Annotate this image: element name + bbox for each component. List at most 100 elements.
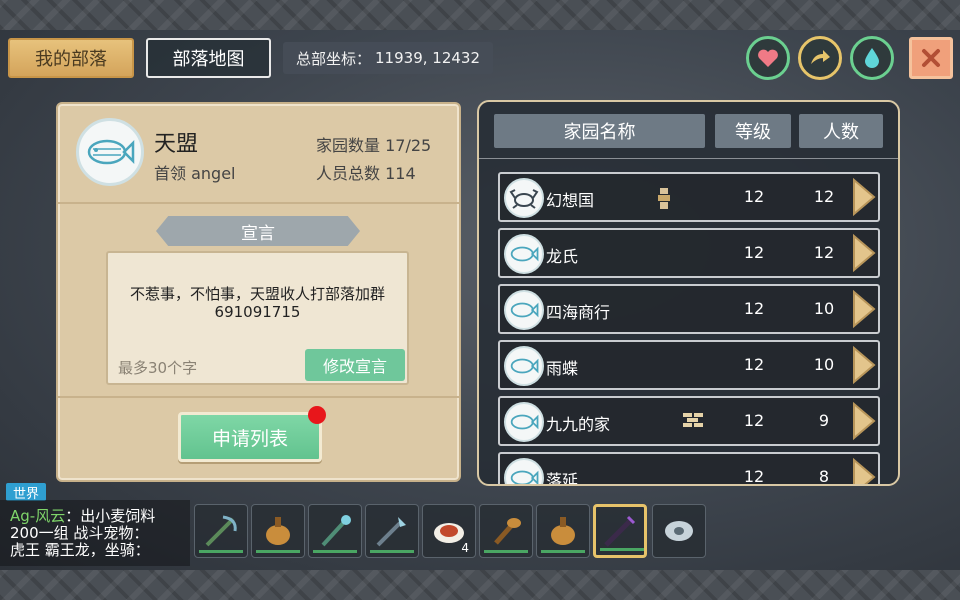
- home-row[interactable]: 雨蝶 12 10: [498, 340, 880, 390]
- home-list-panel: 家园名称 等级 人数 幻想国 12 12 龙氏 12 12 四海商行 12 10…: [477, 100, 900, 486]
- home-row[interactable]: 幻想国 12 12: [498, 172, 880, 222]
- durability-bar: [600, 548, 644, 551]
- tab-tribe-map[interactable]: 部落地图: [146, 38, 271, 78]
- home-members: 9: [818, 411, 830, 430]
- heart-icon: [758, 49, 778, 67]
- chevron-right-icon: [853, 177, 876, 217]
- hotbar-slot-selected[interactable]: [593, 504, 647, 558]
- hotbar-slot[interactable]: [652, 504, 706, 558]
- staff-icon: [321, 515, 351, 547]
- declaration-box: 不惹事，不怕事，天盟收人打部落加群691091715 最多30个字 修改宣言: [106, 251, 409, 385]
- water-drop-icon: [865, 48, 879, 68]
- declaration-title: 宣言: [156, 216, 360, 246]
- home-emblem: [504, 234, 544, 274]
- enter-button[interactable]: [852, 289, 876, 332]
- chat-username[interactable]: Ag-风云: [10, 507, 65, 525]
- enter-button[interactable]: [852, 177, 876, 220]
- background-pattern-top: [0, 0, 960, 30]
- header-level: 等级: [715, 114, 791, 148]
- header-home-name: 家园名称: [494, 114, 705, 148]
- header-divider: [479, 158, 898, 159]
- declaration-text: 不惹事，不怕事，天盟收人打部落加群691091715: [129, 285, 385, 321]
- chevron-right-icon: [853, 401, 876, 441]
- tribe-header: 天盟 首领 angel 家园数量 17/25 人员总数 114: [58, 104, 459, 204]
- swap-status-button[interactable]: [798, 36, 842, 80]
- durability-bar: [370, 550, 414, 553]
- hotbar-slot[interactable]: [251, 504, 305, 558]
- home-row[interactable]: 四海商行 12 10: [498, 284, 880, 334]
- durability-bar: [313, 550, 357, 553]
- tribe-info-panel: 天盟 首领 angel 家园数量 17/25 人员总数 114 宣言 不惹事，不…: [56, 102, 461, 482]
- home-name: 四海商行: [546, 303, 611, 322]
- health-status-button[interactable]: [746, 36, 790, 80]
- enter-button[interactable]: [852, 233, 876, 276]
- tribe-emblem: [76, 118, 144, 186]
- enter-button[interactable]: [852, 401, 876, 444]
- durability-bar: [541, 550, 585, 553]
- hotbar-slot[interactable]: [479, 504, 533, 558]
- home-emblem: [504, 458, 544, 484]
- home-members: 8: [818, 467, 830, 486]
- home-members: 10: [813, 355, 835, 374]
- notification-dot: [308, 406, 326, 424]
- home-name: 落延: [546, 471, 579, 486]
- close-button[interactable]: [909, 37, 953, 79]
- home-name: 雨蝶: [546, 359, 579, 378]
- home-members: 10: [813, 299, 835, 318]
- item-quantity: 4: [461, 541, 469, 555]
- chevron-right-icon: [853, 289, 876, 329]
- wall-badge: [682, 412, 704, 432]
- durability-bar: [199, 550, 243, 553]
- home-count: 家园数量 17/25: [316, 136, 432, 155]
- home-emblem: [504, 346, 544, 386]
- disc-icon: [665, 521, 693, 541]
- totem-icon: [658, 188, 670, 209]
- fish-icon: [87, 139, 135, 165]
- totem-badge: [656, 186, 672, 214]
- enter-button[interactable]: [852, 345, 876, 388]
- home-row[interactable]: 落延 12 8: [498, 452, 880, 486]
- home-row[interactable]: 九九的家 12 9: [498, 396, 880, 446]
- swap-arrow-icon: [811, 50, 830, 64]
- brick-wall-icon: [683, 413, 703, 427]
- fish-icon: [510, 302, 539, 318]
- club-icon: [494, 518, 521, 545]
- water-status-button[interactable]: [850, 36, 894, 80]
- home-level: 12: [743, 355, 765, 374]
- crab-icon: [509, 189, 539, 209]
- hotbar-slot[interactable]: [308, 504, 362, 558]
- hq-coordinates: 总部坐标： 11939, 12432: [283, 42, 493, 74]
- hotbar-slot[interactable]: [536, 504, 590, 558]
- panel-divider: [58, 396, 459, 398]
- spear-icon: [376, 517, 406, 547]
- durability-bar: [484, 550, 528, 553]
- chat-box[interactable]: Ag-风云：出小麦饲料 200一组 战斗宠物： 虎王 霸王龙，坐骑：: [0, 500, 190, 566]
- tribe-leader: 首领 angel: [154, 164, 236, 183]
- home-level: 12: [743, 299, 765, 318]
- gourd-icon: [266, 517, 290, 545]
- tab-my-tribe[interactable]: 我的部落: [8, 38, 134, 78]
- durability-bar: [256, 550, 300, 553]
- chat-line-2: 200一组 战斗宠物：: [10, 524, 149, 542]
- edit-declaration-button[interactable]: 修改宣言: [305, 349, 405, 381]
- home-name: 幻想国: [546, 191, 595, 210]
- chevron-right-icon: [853, 233, 876, 273]
- home-name: 九九的家: [546, 415, 611, 434]
- top-bar: 我的部落 部落地图 总部坐标： 11939, 12432: [0, 30, 960, 86]
- chat-line-1: Ag-风云：出小麦饲料: [10, 508, 155, 525]
- crossbow-icon: [205, 515, 237, 547]
- home-members: 12: [813, 187, 835, 206]
- chat-channel-tag[interactable]: 世界: [6, 483, 46, 502]
- hotbar-slot[interactable]: [365, 504, 419, 558]
- hotbar-slot[interactable]: [194, 504, 248, 558]
- apply-list-button[interactable]: 申请列表: [178, 412, 322, 462]
- home-row[interactable]: 龙氏 12 12: [498, 228, 880, 278]
- chevron-right-icon: [853, 457, 876, 484]
- hotbar-slot[interactable]: 4: [422, 504, 476, 558]
- fish-icon: [510, 470, 539, 484]
- background-pattern-bottom: [0, 570, 960, 600]
- header-member-count: 人数: [799, 114, 883, 148]
- home-emblem: [504, 402, 544, 442]
- enter-button[interactable]: [852, 457, 876, 484]
- gourd-icon: [551, 517, 575, 545]
